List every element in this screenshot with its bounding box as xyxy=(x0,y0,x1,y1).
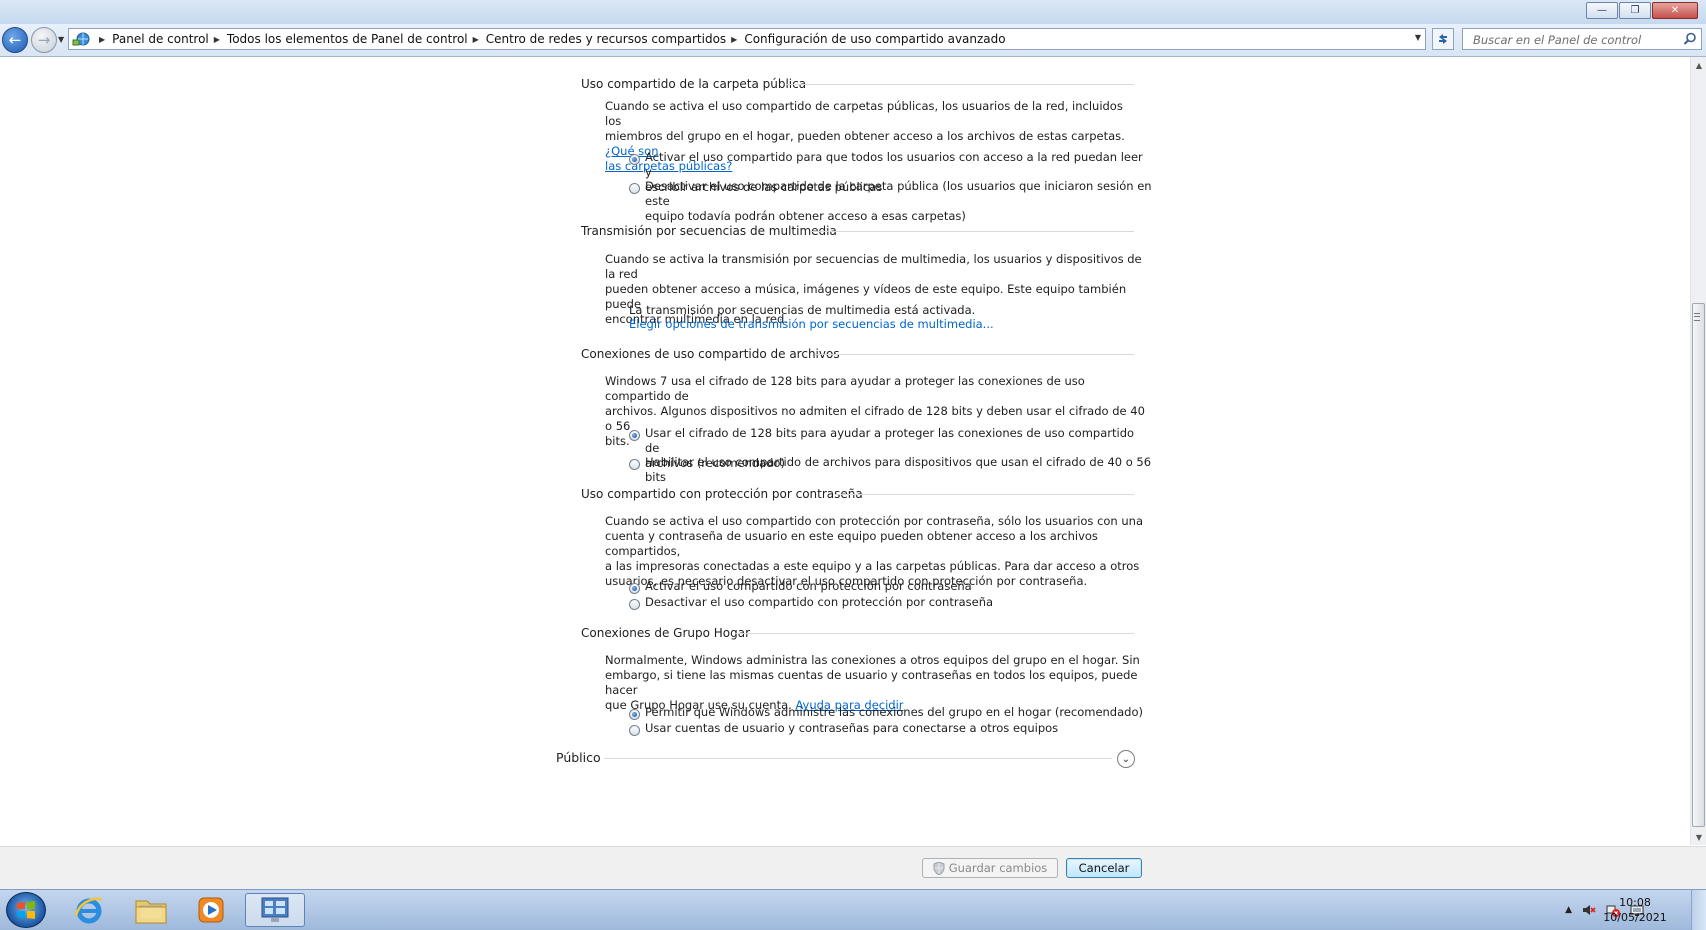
radio-label-windows-manages-homegroup[interactable]: Permitir que Windows administre las cone… xyxy=(645,705,1165,720)
radio-label-line[interactable]: Usar el cifrado de 128 bits para ayudar … xyxy=(645,426,1145,456)
refresh-button[interactable] xyxy=(1432,28,1454,50)
restore-button[interactable]: ❐ xyxy=(1619,2,1651,19)
breadcrumb-separator-icon: ▶ xyxy=(99,34,106,44)
breadcrumb-control-panel[interactable]: Panel de control xyxy=(112,32,209,46)
folder-icon xyxy=(135,900,167,924)
search-box[interactable] xyxy=(1462,28,1702,50)
clock-time: 10:08 xyxy=(1619,896,1651,909)
description-text: miembros del grupo en el hogar, pueden o… xyxy=(605,129,1125,143)
section-divider xyxy=(815,354,1134,355)
description-line: a las impresoras conectadas a este equip… xyxy=(605,559,1140,573)
breadcrumb-separator-icon[interactable]: ▶ xyxy=(473,35,479,44)
radio-label-password-protection-on[interactable]: Activar el uso compartido con protección… xyxy=(645,579,1145,594)
forward-button[interactable]: → xyxy=(31,27,57,53)
section-divider xyxy=(604,758,1112,759)
description-line: embargo, si tiene las mismas cuentas de … xyxy=(605,668,1138,697)
vertical-scrollbar[interactable]: ▲ ▼ xyxy=(1690,57,1706,845)
section-divider xyxy=(812,231,1134,232)
profile-header-public[interactable]: Público xyxy=(556,750,601,765)
taskbar-control-panel[interactable] xyxy=(245,893,305,927)
section-title-public-folder: Uso compartido de la carpeta pública xyxy=(581,77,807,91)
breadcrumb-all-items[interactable]: Todos los elementos de Panel de control xyxy=(227,32,468,46)
radio-public-folder-on[interactable] xyxy=(629,154,640,165)
section-title-password-protected: Uso compartido con protección por contra… xyxy=(581,487,863,501)
close-button[interactable]: ✕ xyxy=(1652,2,1698,19)
windows-logo-icon xyxy=(17,901,35,919)
media-player-icon xyxy=(198,897,224,923)
button-bar: Guardar cambios Cancelar xyxy=(0,846,1706,890)
title-bar: — ❐ ✕ xyxy=(0,0,1706,25)
scrollbar-grip-icon xyxy=(1694,313,1700,321)
radio-public-folder-off[interactable] xyxy=(629,183,640,194)
radio-label-40-56-bit-encryption[interactable]: Habilitar el uso compartido de archivos … xyxy=(645,455,1165,485)
search-icon[interactable] xyxy=(1683,32,1697,46)
start-button[interactable] xyxy=(6,892,46,928)
radio-password-protection-on[interactable] xyxy=(629,583,640,594)
window-controls: — ❐ ✕ xyxy=(1585,2,1698,19)
system-clock[interactable]: 10:08 10/05/2021 xyxy=(1600,895,1670,925)
taskbar: ▲ 10:08 10/05/2021 xyxy=(0,889,1706,930)
address-dropdown-icon[interactable]: ▼ xyxy=(1415,33,1421,42)
scroll-down-icon[interactable]: ▼ xyxy=(1691,829,1706,845)
description-line: Normalmente, Windows administra las cone… xyxy=(605,653,1140,667)
section-title-file-sharing: Conexiones de uso compartido de archivos xyxy=(581,347,840,361)
recent-pages-dropdown-icon[interactable]: ▼ xyxy=(58,35,64,44)
section-description-password-protected: Cuando se activa el uso compartido con p… xyxy=(605,514,1145,589)
section-title-media-streaming: Transmisión por secuencias de multimedia xyxy=(581,224,837,238)
volume-muted-icon[interactable] xyxy=(1582,903,1596,917)
taskbar-internet-explorer[interactable] xyxy=(62,893,116,927)
clock-date: 10/05/2021 xyxy=(1603,911,1667,924)
radio-label-line[interactable]: Habilitar el uso compartido de archivos … xyxy=(645,455,1165,485)
navigation-bar: ← → ▼ ▶ Panel de control ▶ Todos los ele… xyxy=(0,24,1706,57)
section-divider xyxy=(836,494,1134,495)
media-streaming-options-link[interactable]: Elegir opciones de transmisión por secue… xyxy=(629,317,1129,332)
radio-label-line[interactable]: Desactivar el uso compartido de la carpe… xyxy=(645,179,1155,209)
show-desktop-button[interactable] xyxy=(1691,890,1706,930)
radio-label-public-folder-off[interactable]: Desactivar el uso compartido de la carpe… xyxy=(645,179,1155,224)
radio-use-user-accounts[interactable] xyxy=(629,725,640,736)
taskbar-media-player[interactable] xyxy=(184,893,238,927)
breadcrumb-separator-icon[interactable]: ▶ xyxy=(731,35,737,44)
radio-label-line[interactable]: Activar el uso compartido para que todos… xyxy=(645,150,1145,180)
refresh-icon xyxy=(1439,34,1447,44)
description-line: Cuando se activa el uso compartido con p… xyxy=(605,514,1144,528)
radio-label-password-protection-off[interactable]: Desactivar el uso compartido con protecc… xyxy=(645,595,1145,610)
breadcrumb-network-center[interactable]: Centro de redes y recursos compartidos xyxy=(486,32,726,46)
section-title-homegroup: Conexiones de Grupo Hogar xyxy=(581,626,751,640)
radio-128-bit-encryption[interactable] xyxy=(629,430,640,441)
control-panel-icon xyxy=(261,897,289,922)
search-input[interactable] xyxy=(1471,31,1675,49)
radio-label-line[interactable]: equipo todavía podrán obtener acceso a e… xyxy=(645,209,1155,224)
media-streaming-status: La transmisión por secuencias de multime… xyxy=(629,303,976,317)
breadcrumb-separator-icon[interactable]: ▶ xyxy=(214,35,220,44)
taskbar-windows-explorer[interactable] xyxy=(124,893,178,927)
section-divider xyxy=(786,84,1134,85)
save-changes-label: Guardar cambios xyxy=(948,861,1048,875)
radio-windows-manages-homegroup[interactable] xyxy=(629,709,640,720)
description-line: cuenta y contraseña de usuario en este e… xyxy=(605,529,1098,558)
show-hidden-icons-icon[interactable]: ▲ xyxy=(1565,905,1572,915)
description-line: Cuando se activa la transmisión por secu… xyxy=(605,252,1142,281)
breadcrumb-advanced-sharing[interactable]: Configuración de uso compartido avanzado xyxy=(744,32,1005,46)
scroll-up-icon[interactable]: ▲ xyxy=(1691,57,1706,73)
back-button[interactable]: ← xyxy=(2,27,28,53)
radio-label-use-user-accounts[interactable]: Usar cuentas de usuario y contraseñas pa… xyxy=(645,721,1165,736)
address-bar[interactable]: ▶ Panel de control ▶ Todos los elementos… xyxy=(68,28,1426,50)
scrollbar-thumb[interactable] xyxy=(1692,303,1705,827)
description-line: Cuando se activa el uso compartido de ca… xyxy=(605,99,1123,128)
radio-password-protection-off[interactable] xyxy=(629,599,640,610)
section-description-homegroup: Normalmente, Windows administra las cone… xyxy=(605,653,1145,713)
internet-explorer-icon xyxy=(74,897,103,924)
expand-chevron-icon[interactable]: ⌄ xyxy=(1117,750,1135,768)
save-changes-button[interactable]: Guardar cambios xyxy=(922,858,1058,878)
cancel-button[interactable]: Cancelar xyxy=(1066,858,1142,878)
section-divider xyxy=(736,633,1134,634)
uac-shield-icon xyxy=(933,861,945,875)
minimize-button[interactable]: — xyxy=(1586,2,1618,19)
settings-content: Uso compartido de la carpeta pública Cua… xyxy=(0,57,1688,845)
radio-40-56-bit-encryption[interactable] xyxy=(629,459,640,470)
description-line: Windows 7 usa el cifrado de 128 bits par… xyxy=(605,374,1085,403)
network-center-icon xyxy=(72,32,90,46)
